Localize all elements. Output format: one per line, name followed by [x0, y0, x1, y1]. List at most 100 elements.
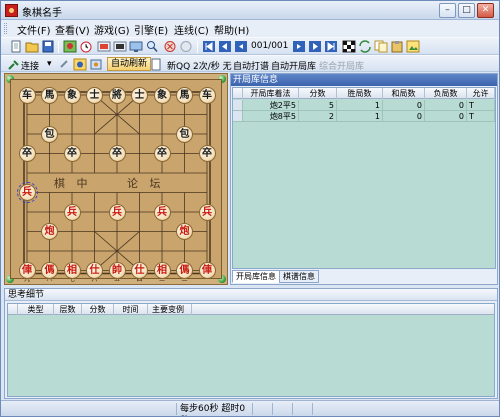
link-icon[interactable]: [57, 58, 71, 71]
column-header-type[interactable]: 类型: [18, 304, 54, 315]
last-move-icon[interactable]: [324, 40, 338, 53]
next-move-icon[interactable]: [308, 40, 322, 53]
red-piece[interactable]: 仕: [131, 262, 148, 279]
row-indicator: [233, 100, 243, 111]
black-piece[interactable]: 卒: [63, 145, 81, 162]
column-header-losses[interactable]: 负局数: [425, 88, 467, 99]
black-piece[interactable]: 包: [176, 125, 193, 143]
red-piece[interactable]: 相: [63, 262, 81, 279]
flip-board-icon[interactable]: [358, 40, 372, 53]
red-piece[interactable]: 帥: [108, 262, 126, 279]
auto-beat-button[interactable]: 自动打谱: [233, 59, 269, 72]
table-row[interactable]: 炮8平5 2 1 0 0 T: [233, 111, 495, 122]
black-piece[interactable]: 馬: [41, 86, 58, 104]
menu-game[interactable]: 游戏(G): [91, 22, 133, 37]
red-piece[interactable]: 俥: [18, 262, 36, 279]
monitor-icon[interactable]: [129, 40, 143, 53]
black-piece[interactable]: 卒: [153, 145, 171, 162]
tab-game-record[interactable]: 棋谱信息: [279, 270, 319, 283]
connect-icon[interactable]: [7, 58, 21, 71]
table-row[interactable]: 炮2平5 5 1 0 0 T: [233, 100, 495, 111]
red-piece[interactable]: 兵: [16, 182, 38, 203]
document-icon[interactable]: [149, 58, 163, 71]
stop-icon[interactable]: [163, 40, 177, 53]
column-header-move[interactable]: 开局库着法: [243, 88, 299, 99]
chess-board[interactable]: 棋 中 论 坛 九八七六五四三二一 车馬象士將士象馬车包包卒卒卒卒卒兵兵兵兵兵炮…: [10, 79, 222, 283]
black-piece[interactable]: 馬: [176, 86, 193, 104]
menu-help[interactable]: 帮助(H): [211, 22, 252, 37]
black-piece[interactable]: 包: [41, 125, 58, 143]
cell-allowed: T: [467, 111, 495, 122]
previous-move-icon[interactable]: [218, 40, 232, 53]
camera-icon[interactable]: [73, 58, 87, 71]
step-forward-icon[interactable]: [292, 40, 306, 53]
copy-icon[interactable]: [374, 40, 388, 53]
auto-open-book-button[interactable]: 自动开局库: [271, 59, 316, 72]
menu-connect[interactable]: 连线(C): [171, 22, 212, 37]
menu-engine[interactable]: 引擎(E): [131, 22, 171, 37]
column-header-wins[interactable]: 胜局数: [337, 88, 383, 99]
red-piece[interactable]: 俥: [198, 262, 216, 279]
red-play-icon[interactable]: [97, 40, 111, 53]
red-piece[interactable]: 兵: [198, 203, 216, 221]
red-piece[interactable]: 兵: [63, 203, 81, 221]
red-piece[interactable]: 兵: [108, 203, 126, 221]
red-piece[interactable]: 兵: [153, 203, 171, 221]
black-piece[interactable]: 象: [153, 86, 171, 104]
black-piece[interactable]: 车: [198, 86, 216, 104]
capture-icon[interactable]: [89, 58, 103, 71]
step-back-icon[interactable]: [234, 40, 248, 53]
cell-losses: 0: [425, 100, 467, 111]
save-icon[interactable]: [41, 40, 55, 53]
black-piece[interactable]: 象: [63, 86, 81, 104]
board-panel: 棋 中 论 坛 九八七六五四三二一 车馬象士將士象馬车包包卒卒卒卒卒兵兵兵兵兵炮…: [4, 73, 228, 285]
first-move-icon[interactable]: [202, 40, 216, 53]
column-header-allowed[interactable]: 允许: [467, 88, 495, 99]
close-button[interactable]: ✕: [477, 3, 494, 18]
cell-move: 炮2平5: [243, 100, 299, 111]
grid-corner: [8, 304, 18, 315]
column-header-depth[interactable]: 层数: [54, 304, 82, 315]
red-piece[interactable]: 相: [153, 262, 171, 279]
paste-icon[interactable]: [390, 40, 404, 53]
grid-header: 开局库着法 分数 胜局数 和局数 负局数 允许: [233, 88, 495, 99]
menu-view[interactable]: 查看(V): [52, 22, 93, 37]
red-piece[interactable]: 炮: [176, 223, 193, 240]
board-setup-icon[interactable]: [63, 40, 77, 53]
menu-file[interactable]: 文件(F): [14, 22, 54, 37]
black-piece[interactable]: 卒: [198, 145, 216, 162]
red-piece[interactable]: 傌: [41, 262, 58, 279]
black-play-icon[interactable]: [113, 40, 127, 53]
clock-icon[interactable]: [79, 40, 93, 53]
composite-book-button: 综合开局库: [319, 62, 365, 72]
move-counter: 001/001: [251, 41, 289, 51]
new-game-icon[interactable]: [9, 40, 23, 53]
auto-refresh-button[interactable]: 自动刷新: [107, 57, 152, 71]
black-piece[interactable]: 车: [18, 86, 36, 104]
black-piece[interactable]: 卒: [108, 145, 126, 162]
column-header-draws[interactable]: 和局数: [383, 88, 425, 99]
image-export-icon[interactable]: [406, 40, 420, 53]
red-piece[interactable]: 仕: [86, 262, 103, 279]
column-header-time[interactable]: 时间: [114, 304, 148, 315]
column-header-score[interactable]: 分数: [82, 304, 114, 315]
speed-label: 新QQ 2次/秒 无: [167, 62, 232, 72]
column-header-score[interactable]: 分数: [299, 88, 337, 99]
connect-label[interactable]: 连接: [21, 59, 39, 72]
search-icon[interactable]: [145, 40, 159, 53]
minimize-button[interactable]: –: [439, 3, 456, 18]
open-file-icon[interactable]: [25, 40, 39, 53]
black-piece[interactable]: 士: [86, 86, 103, 104]
checkered-board-icon[interactable]: [342, 40, 356, 53]
tab-opening-book[interactable]: 开局库信息: [232, 270, 280, 283]
cell-losses: 0: [425, 111, 467, 122]
app-window: 象棋名手 – □ ✕ 文件(F) 查看(V) 游戏(G) 引擎(E) 连线(C)…: [0, 0, 500, 417]
connect-dropdown-icon[interactable]: ▾: [47, 59, 52, 69]
maximize-button[interactable]: □: [458, 3, 475, 18]
red-piece[interactable]: 傌: [176, 262, 193, 279]
black-piece[interactable]: 士: [131, 86, 148, 104]
black-piece[interactable]: 將: [108, 86, 126, 104]
black-piece[interactable]: 卒: [18, 145, 36, 162]
red-piece[interactable]: 炮: [41, 223, 58, 240]
column-header-main-line[interactable]: 主要变例: [148, 304, 192, 315]
